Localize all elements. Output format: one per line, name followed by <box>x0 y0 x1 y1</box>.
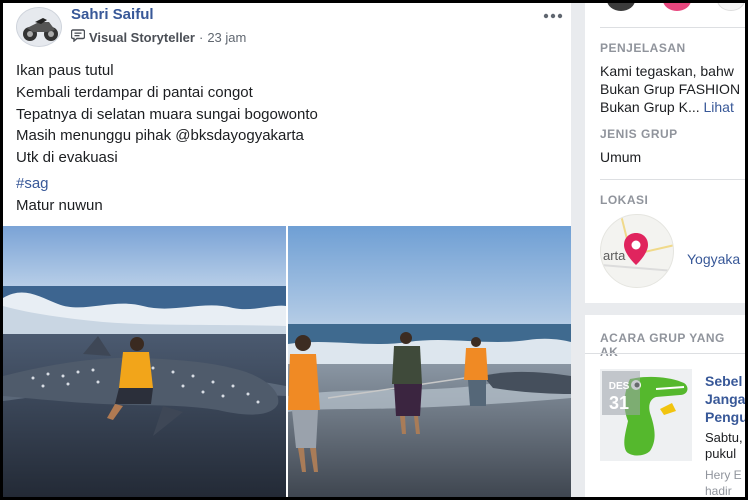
group-about-card: PENJELASAN Kami tegaskan, bahw Bukan Gru… <box>585 3 745 303</box>
event-title-line: Pengu <box>705 409 745 425</box>
motorcycle-icon <box>17 8 61 46</box>
see-more-link[interactable]: Lihat <box>704 99 734 115</box>
location-heading: LOKASI <box>600 193 649 207</box>
divider <box>600 27 745 28</box>
description-heading: PENJELASAN <box>600 41 686 55</box>
event-thumbnail[interactable]: DES 31 <box>600 369 692 461</box>
group-post: Sahri Saiful Visual Storyteller · 23 jam… <box>3 3 571 497</box>
map-label: arta <box>603 248 626 263</box>
event-title-line: Janga <box>705 391 745 407</box>
post-photo-2[interactable] <box>288 226 571 497</box>
event-title-line: Sebel <box>705 373 743 389</box>
events-heading: ACARA GRUP YANG AK <box>600 331 725 359</box>
member-avatar[interactable] <box>717 3 745 11</box>
event-host: Hery E hadir <box>705 467 742 497</box>
post-photo-1[interactable] <box>3 226 286 497</box>
post-line: Utk di evakuasi <box>16 149 118 167</box>
post-line: Masih menunggu pihak @bksdayogyakarta <box>16 127 304 145</box>
divider <box>585 353 745 354</box>
post-timestamp[interactable]: 23 jam <box>207 30 246 45</box>
member-avatar[interactable] <box>607 3 635 11</box>
event-day: 31 <box>608 393 630 413</box>
whale-shark-photo <box>3 226 286 497</box>
event-host-line: hadir <box>705 484 732 497</box>
location-map[interactable]: arta <box>600 214 674 288</box>
hashtag-link[interactable]: #sag <box>16 175 49 192</box>
author-badge[interactable]: Visual Storyteller <box>89 30 195 45</box>
description-line: Bukan Grup K... Lihat <box>600 99 734 115</box>
post-line: Tepatnya di selatan muara sungai bogowon… <box>16 105 318 123</box>
post-meta: Visual Storyteller · 23 jam <box>70 29 246 45</box>
author-name[interactable]: Sahri Saiful <box>71 6 154 23</box>
map-pin-icon <box>624 233 648 270</box>
more-horizontal-icon[interactable] <box>543 3 563 24</box>
group-events-card: ACARA GRUP YANG AK DES 31 Sebel Janga Pe… <box>585 315 745 497</box>
facebook-group-page: Sahri Saiful Visual Storyteller · 23 jam… <box>3 3 745 497</box>
post-line: Ikan paus tutul <box>16 62 114 79</box>
event-time-line: pukul <box>705 446 737 461</box>
group-type-heading: JENIS GRUP <box>600 127 678 141</box>
post-signoff: Matur nuwun <box>16 197 103 214</box>
location-link[interactable]: Yogyaka <box>687 250 740 268</box>
event-time: Sabtu, pukul <box>705 430 743 462</box>
post-body: Ikan paus tutul Kembali terdampar di pan… <box>16 60 318 169</box>
author-avatar[interactable] <box>16 7 62 47</box>
post-line: Kembali terdampar di pantai congot <box>16 83 253 101</box>
meta-separator: · <box>198 29 204 45</box>
beach-rescue-photo <box>288 226 571 497</box>
divider <box>600 179 745 180</box>
description-line: Bukan Grup FASHION <box>600 81 741 97</box>
event-host-line: Hery E <box>705 468 742 482</box>
description-line: Kami tegaskan, bahw <box>600 63 734 79</box>
event-month: DES <box>608 381 630 392</box>
member-avatar[interactable] <box>663 3 691 11</box>
group-type-value: Umum <box>600 149 642 165</box>
event-title[interactable]: Sebel Janga Pengu <box>705 372 745 426</box>
description-text: Kami tegaskan, bahw Bukan Grup FASHION B… <box>600 62 740 116</box>
speech-bubble-icon <box>70 29 86 45</box>
event-time-line: Sabtu, <box>705 430 743 445</box>
